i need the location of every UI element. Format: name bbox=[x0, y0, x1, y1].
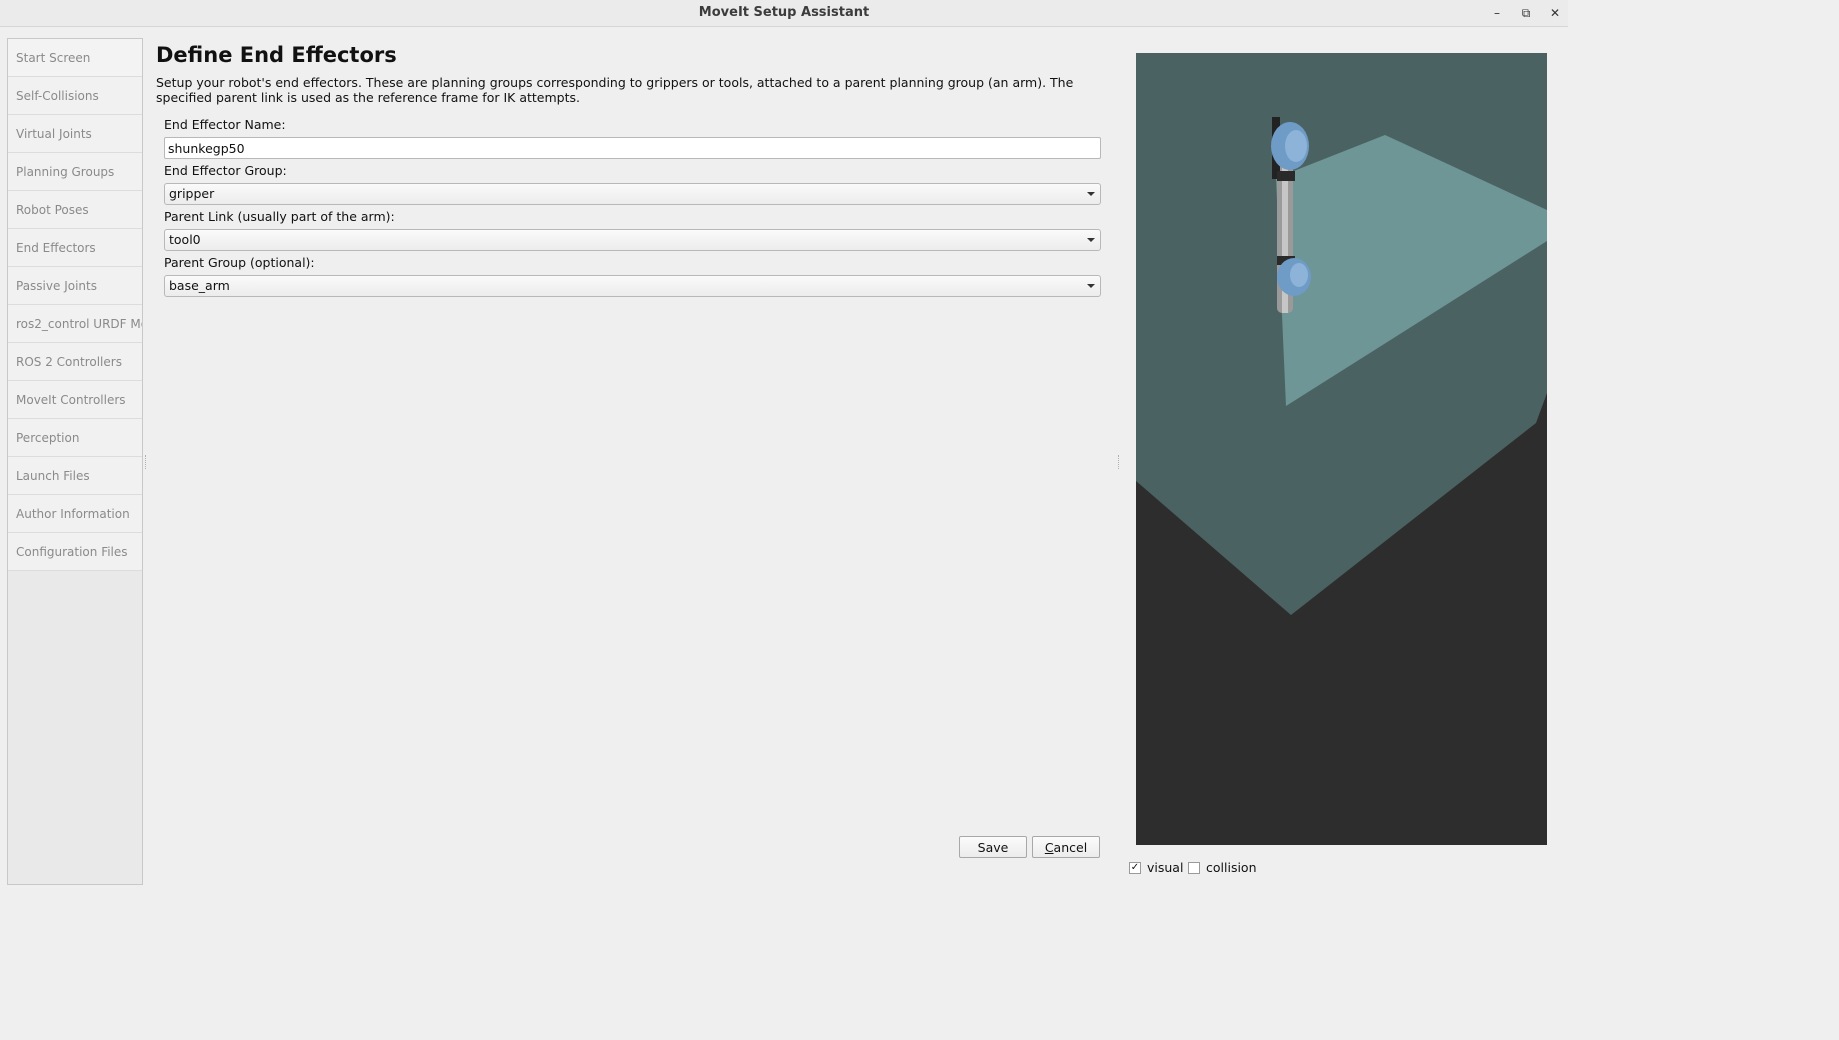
sidebar-item-author-information[interactable]: Author Information bbox=[8, 495, 142, 533]
parent-link-label: Parent Link (usually part of the arm): bbox=[164, 209, 395, 224]
scene-render bbox=[1136, 53, 1547, 615]
visual-label: visual bbox=[1147, 860, 1184, 875]
collision-label: collision bbox=[1206, 860, 1257, 875]
end-effector-group-value: gripper bbox=[169, 186, 215, 201]
sidebar-item-virtual-joints[interactable]: Virtual Joints bbox=[8, 115, 142, 153]
end-effector-group-select[interactable]: gripper bbox=[164, 183, 1101, 205]
sidebar-item-configuration-files[interactable]: Configuration Files bbox=[8, 533, 142, 571]
cancel-button[interactable]: Cancel bbox=[1032, 836, 1100, 858]
page-title: Define End Effectors bbox=[156, 43, 397, 67]
save-button[interactable]: Save bbox=[959, 836, 1027, 858]
collision-toggle[interactable]: collision bbox=[1188, 860, 1257, 875]
cancel-label-rest: ancel bbox=[1053, 840, 1088, 855]
robot-3d-viewer[interactable] bbox=[1136, 53, 1547, 845]
sidebar-item-ros2-control[interactable]: ros2_control URDF Mod bbox=[8, 305, 142, 343]
sidebar-item-launch-files[interactable]: Launch Files bbox=[8, 457, 142, 495]
minimize-icon[interactable]: – bbox=[1488, 4, 1506, 22]
sidebar-item-robot-poses[interactable]: Robot Poses bbox=[8, 191, 142, 229]
parent-group-label: Parent Group (optional): bbox=[164, 255, 315, 270]
sidebar-item-end-effectors[interactable]: End Effectors bbox=[8, 229, 142, 267]
viewer-splitter-handle[interactable] bbox=[1118, 455, 1120, 469]
sidebar-item-passive-joints[interactable]: Passive Joints bbox=[8, 267, 142, 305]
window-titlebar: MoveIt Setup Assistant – ⧉ ✕ bbox=[0, 0, 1568, 27]
sidebar-item-ros2-controllers[interactable]: ROS 2 Controllers bbox=[8, 343, 142, 381]
restore-icon[interactable]: ⧉ bbox=[1517, 4, 1535, 22]
parent-group-value: base_arm bbox=[169, 278, 230, 293]
sidebar-item-moveit-controllers[interactable]: MoveIt Controllers bbox=[8, 381, 142, 419]
parent-group-select[interactable]: base_arm bbox=[164, 275, 1101, 297]
chevron-down-icon bbox=[1087, 192, 1095, 196]
cancel-mnemonic: C bbox=[1044, 840, 1054, 855]
sidebar-splitter-handle[interactable] bbox=[145, 455, 147, 469]
end-effector-name-label: End Effector Name: bbox=[164, 117, 286, 132]
window-title: MoveIt Setup Assistant bbox=[698, 5, 870, 20]
page-description: Setup your robot's end effectors. These … bbox=[156, 75, 1074, 105]
end-effector-group-label: End Effector Group: bbox=[164, 163, 287, 178]
visual-toggle[interactable]: ✓ visual bbox=[1129, 860, 1183, 875]
sidebar-item-perception[interactable]: Perception bbox=[8, 419, 142, 457]
chevron-down-icon bbox=[1087, 238, 1095, 242]
sidebar-item-start-screen[interactable]: Start Screen bbox=[8, 39, 142, 77]
end-effector-name-input[interactable] bbox=[164, 137, 1101, 159]
collision-checkbox[interactable] bbox=[1188, 861, 1200, 874]
close-icon[interactable]: ✕ bbox=[1546, 4, 1564, 22]
sidebar-item-self-collisions[interactable]: Self-Collisions bbox=[8, 77, 142, 115]
parent-link-value: tool0 bbox=[169, 232, 201, 247]
chevron-down-icon bbox=[1087, 284, 1095, 288]
parent-link-select[interactable]: tool0 bbox=[164, 229, 1101, 251]
sidebar-nav: Start Screen Self-Collisions Virtual Joi… bbox=[7, 38, 143, 885]
visual-checkbox[interactable]: ✓ bbox=[1129, 861, 1141, 874]
sidebar-item-planning-groups[interactable]: Planning Groups bbox=[8, 153, 142, 191]
